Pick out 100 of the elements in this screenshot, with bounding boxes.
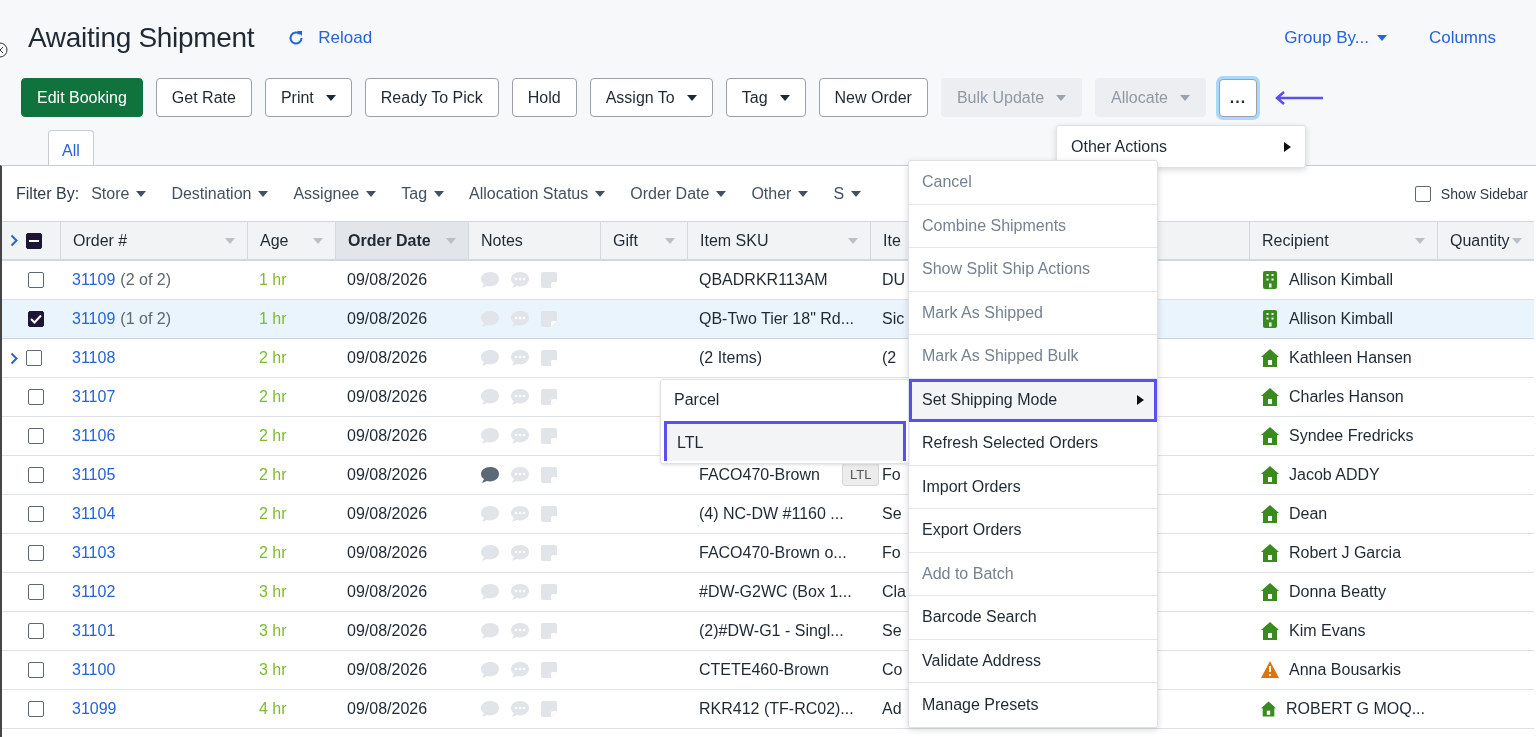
- toolbar-button[interactable]: Hold: [511, 78, 577, 117]
- order-link[interactable]: 31107: [72, 388, 116, 406]
- order-link[interactable]: 31109: [72, 271, 116, 289]
- filter-dropdown[interactable]: Other: [751, 184, 809, 203]
- chevron-icon[interactable]: [10, 351, 18, 365]
- columns-link[interactable]: Columns: [1428, 28, 1496, 48]
- note-icon[interactable]: [540, 466, 558, 484]
- tab[interactable]: All: [48, 130, 94, 165]
- filter-dropdown[interactable]: Order Date: [630, 184, 727, 203]
- column-header[interactable]: Order #: [60, 221, 247, 261]
- note-icon[interactable]: [540, 661, 558, 679]
- menu-item[interactable]: Set Shipping Mode: [909, 378, 1157, 422]
- checkbox[interactable]: [28, 467, 44, 483]
- note-icon[interactable]: [540, 583, 558, 601]
- order-link[interactable]: 31100: [72, 661, 116, 679]
- menu-item[interactable]: Import Orders: [909, 465, 1157, 509]
- note-icon[interactable]: [540, 388, 558, 406]
- order-link[interactable]: 31108: [72, 349, 116, 367]
- order-link[interactable]: 31104: [72, 505, 116, 523]
- filter-dropdown[interactable]: S: [833, 184, 862, 203]
- order-link[interactable]: 31109: [72, 310, 116, 328]
- chat-bubble-icon[interactable]: [510, 621, 532, 641]
- column-header[interactable]: Gift: [600, 221, 687, 261]
- chat-bubble-icon[interactable]: [510, 426, 532, 446]
- chat-bubble-icon[interactable]: [510, 660, 532, 680]
- toolbar-button[interactable]: Tag: [725, 78, 806, 117]
- note-icon[interactable]: [540, 505, 558, 523]
- chat-bubble-icon[interactable]: [510, 387, 532, 407]
- chat-bubble-icon[interactable]: [510, 309, 532, 329]
- menu-item[interactable]: Export Orders: [909, 509, 1157, 553]
- chat-bubble-icon[interactable]: [510, 504, 532, 524]
- note-icon[interactable]: [540, 544, 558, 562]
- edit-button[interactable]: Edit Booking: [21, 78, 143, 117]
- recipient-name: Kathleen Hansen: [1289, 349, 1412, 367]
- reload-link[interactable]: Reload: [288, 28, 373, 48]
- menu-item[interactable]: Manage Presets: [909, 683, 1157, 727]
- filter-dropdown[interactable]: Assignee: [293, 184, 377, 203]
- filter-dropdown[interactable]: Destination: [171, 184, 269, 203]
- checkbox[interactable]: [28, 272, 44, 288]
- recipient-name: Donna Beatty: [1289, 583, 1386, 601]
- checkbox[interactable]: [28, 662, 44, 678]
- speech-bubble-icon[interactable]: [480, 465, 502, 485]
- order-link[interactable]: 31105: [72, 466, 116, 484]
- column-header[interactable]: Notes: [468, 221, 600, 261]
- checkbox[interactable]: [26, 232, 42, 249]
- column-header[interactable]: Recipient: [1249, 221, 1437, 261]
- chat-bubble-icon[interactable]: [510, 543, 532, 563]
- note-icon[interactable]: [540, 349, 558, 367]
- filter-dropdown[interactable]: Tag: [401, 184, 445, 203]
- column-header[interactable]: Age: [247, 221, 335, 261]
- checkbox[interactable]: [28, 311, 44, 327]
- menu-item[interactable]: Parcel: [661, 380, 908, 419]
- chat-bubble-icon[interactable]: [510, 465, 532, 485]
- checkbox[interactable]: [1414, 185, 1431, 202]
- order-link[interactable]: 31103: [72, 544, 116, 562]
- recipient-name: Robert J Garcia: [1289, 544, 1402, 562]
- checkbox[interactable]: [28, 623, 44, 639]
- checkbox[interactable]: [28, 428, 44, 444]
- more-button[interactable]: ...: [1219, 78, 1257, 117]
- order-link[interactable]: 31106: [72, 427, 116, 445]
- note-icon[interactable]: [540, 622, 558, 640]
- chat-bubble-icon[interactable]: [510, 582, 532, 602]
- checkbox[interactable]: [28, 389, 44, 405]
- checkbox[interactable]: [28, 545, 44, 561]
- checkbox[interactable]: [28, 506, 44, 522]
- filter-dropdown[interactable]: Allocation Status: [469, 184, 606, 203]
- order-link[interactable]: 31101: [72, 622, 116, 640]
- item-text: Fo: [882, 544, 901, 562]
- note-icon[interactable]: [540, 700, 558, 718]
- caret-icon: [1376, 35, 1387, 41]
- menu-item[interactable]: Other Actions: [1056, 125, 1306, 168]
- column-header[interactable]: Order Date: [335, 221, 468, 261]
- chat-bubble-icon[interactable]: [510, 699, 532, 719]
- toolbar-button[interactable]: New Order: [818, 78, 928, 117]
- chevron-icon[interactable]: [10, 234, 18, 247]
- item-text: Fo: [882, 466, 901, 484]
- toolbar-button[interactable]: Print: [264, 78, 352, 117]
- toolbar-button[interactable]: Assign To: [589, 78, 713, 117]
- note-icon[interactable]: [540, 310, 558, 328]
- menu-item[interactable]: LTL: [664, 421, 906, 461]
- filter-dropdown[interactable]: Store: [91, 184, 147, 203]
- chat-bubble-icon[interactable]: [510, 348, 532, 368]
- column-header[interactable]: Item SKU: [687, 221, 870, 261]
- note-icon[interactable]: [540, 427, 558, 445]
- sku-text: QB-Two Tier 18" Rd...: [699, 310, 855, 328]
- checkbox[interactable]: [28, 701, 44, 717]
- checkbox[interactable]: [26, 350, 42, 366]
- recipient-name: ROBERT G MOQ...: [1286, 700, 1425, 718]
- menu-item[interactable]: Validate Address: [909, 639, 1157, 683]
- note-icon[interactable]: [540, 271, 558, 289]
- toolbar-button[interactable]: Ready To Pick: [364, 78, 499, 117]
- checkbox[interactable]: [28, 584, 44, 600]
- chat-bubble-icon[interactable]: [510, 270, 532, 290]
- toolbar-button[interactable]: Get Rate: [155, 78, 252, 117]
- menu-item[interactable]: Barcode Search: [909, 596, 1157, 640]
- order-link[interactable]: 31102: [72, 583, 116, 601]
- split-label: (2 of 2): [120, 271, 171, 289]
- group-by-link[interactable]: Group By...: [1284, 28, 1387, 48]
- order-link[interactable]: 31099: [72, 700, 117, 718]
- column-header[interactable]: Quantity: [1437, 221, 1534, 261]
